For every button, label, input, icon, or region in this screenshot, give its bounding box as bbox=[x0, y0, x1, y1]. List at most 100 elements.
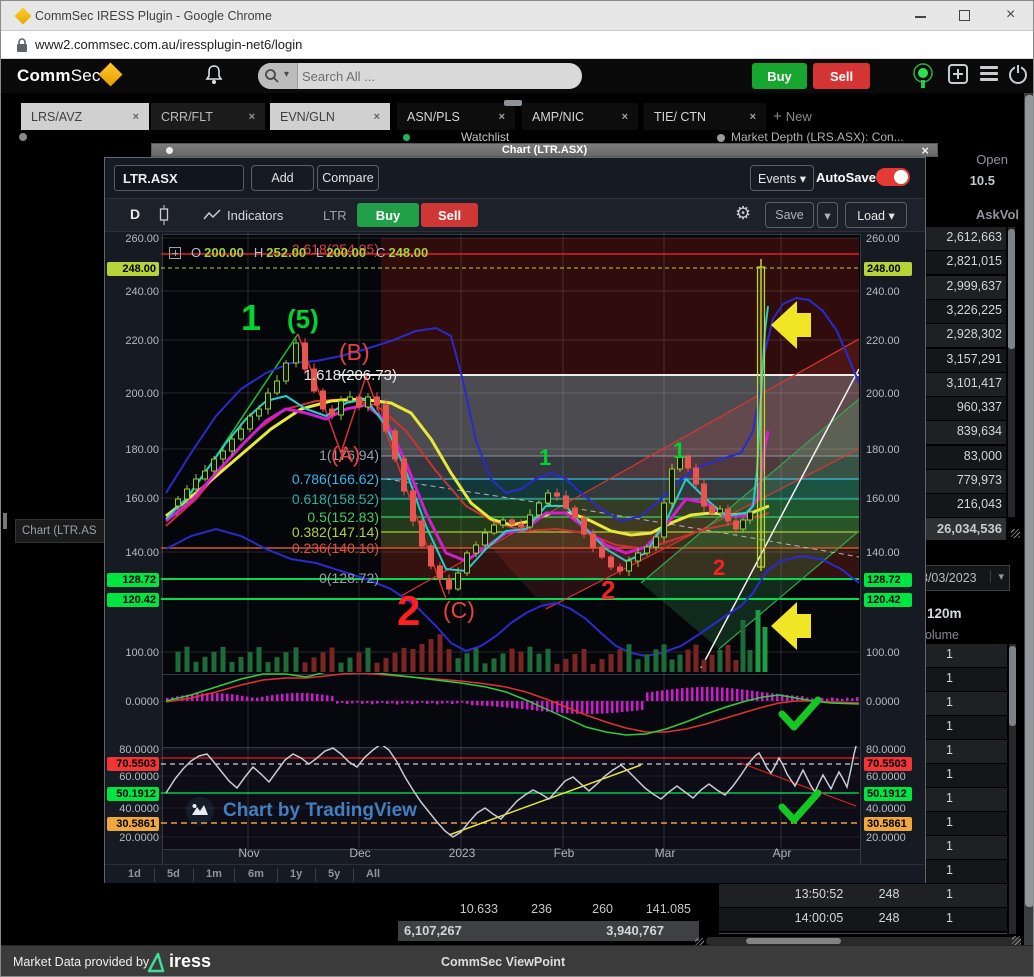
buy-button[interactable]: Buy bbox=[752, 63, 807, 89]
price-tick: 60.0000 bbox=[866, 770, 918, 784]
compare-button[interactable]: Compare bbox=[317, 165, 379, 191]
tab-close-icon[interactable]: × bbox=[750, 111, 756, 123]
stat-value: 260 bbox=[572, 902, 613, 916]
trades-scrollbar[interactable] bbox=[1009, 644, 1016, 934]
workspace-tabbar: LRS/AVZ× CRR/FLT× EVN/GLN× ASN/PLS× AMP/… bbox=[1, 93, 1034, 131]
new-tab-button[interactable]: +New bbox=[773, 103, 812, 130]
chart-window-title: Chart (LTR.ASX) bbox=[152, 144, 937, 156]
tab-evn-gln[interactable]: EVN/GLN× bbox=[270, 103, 390, 130]
range-1m[interactable]: 1m bbox=[206, 868, 222, 880]
range-6m[interactable]: 6m bbox=[248, 868, 264, 880]
tab-close-icon[interactable]: × bbox=[249, 111, 255, 123]
date-dropdown[interactable]: 3/03/2023 ▾ bbox=[913, 565, 1010, 591]
trade-row[interactable]: 13:50:522481 bbox=[719, 884, 1007, 907]
chart-plot-area[interactable] bbox=[162, 234, 860, 674]
askvol-scrollbar[interactable] bbox=[1008, 227, 1015, 517]
price-tick: 50.1912 bbox=[107, 787, 159, 801]
power-icon[interactable] bbox=[1007, 63, 1029, 85]
watchlist-dot-icon bbox=[403, 134, 410, 141]
range-5y[interactable]: 5y bbox=[328, 868, 340, 880]
time-tick: Apr bbox=[756, 846, 808, 860]
price-tick: 60.0000 bbox=[107, 770, 159, 784]
tab-close-icon[interactable]: × bbox=[622, 111, 628, 123]
search-icon bbox=[264, 68, 280, 84]
indicators-button[interactable]: Indicators bbox=[227, 208, 283, 223]
load-dropdown[interactable]: Load ▾ bbox=[845, 202, 907, 228]
price-tick: 80.0000 bbox=[866, 743, 918, 757]
price-tick: 120.42 bbox=[864, 593, 912, 607]
bell-icon[interactable] bbox=[204, 64, 224, 86]
time-tick: Nov bbox=[223, 846, 275, 860]
search-scope-button[interactable]: ▾ bbox=[258, 63, 298, 89]
market-depth-window-title[interactable]: Market Depth (LRS.ASX): Con... bbox=[731, 130, 904, 144]
tab-close-icon[interactable]: × bbox=[374, 111, 380, 123]
symbol-input[interactable] bbox=[114, 165, 244, 191]
docked-chart-item[interactable]: Chart (LTR.AS bbox=[15, 519, 109, 543]
time-tick: Mar bbox=[639, 846, 691, 860]
range-1y[interactable]: 1y bbox=[290, 868, 302, 880]
range-all[interactable]: All bbox=[366, 868, 380, 880]
price-tick: 0.0000 bbox=[107, 695, 159, 709]
interval-button[interactable]: D bbox=[130, 206, 140, 222]
save-caret-button[interactable]: ▾ bbox=[817, 202, 838, 228]
resize-grip-icon[interactable] bbox=[1012, 936, 1021, 945]
chart-window-titlebar[interactable]: Chart (LTR.ASX) × bbox=[151, 143, 938, 157]
tab-close-icon[interactable]: × bbox=[133, 111, 139, 123]
menu-hamburger-icon[interactable] bbox=[980, 66, 998, 81]
chart-sell-button[interactable]: Sell bbox=[421, 203, 478, 227]
watchlist-window-title[interactable]: Watchlist bbox=[461, 130, 509, 144]
range-5d[interactable]: 5d bbox=[167, 868, 180, 880]
stat-value: 141.085 bbox=[630, 902, 691, 916]
chart-close-icon[interactable]: × bbox=[921, 143, 929, 158]
time-tick: 2023 bbox=[436, 846, 488, 860]
screen: CommSec IRESS Plugin - Google Chrome × w… bbox=[0, 0, 1034, 977]
page-scrollbar[interactable] bbox=[1024, 93, 1034, 945]
price-tick: 180.00 bbox=[107, 443, 159, 457]
maximize-button[interactable] bbox=[948, 1, 982, 31]
save-button[interactable]: Save bbox=[765, 202, 814, 228]
trade-row[interactable]: 14:00:052481 bbox=[719, 908, 1007, 931]
tab-amp-nic[interactable]: AMP/NIC× bbox=[522, 103, 638, 130]
autosave-toggle[interactable] bbox=[876, 168, 910, 186]
search-input[interactable] bbox=[302, 63, 578, 89]
url-bar[interactable]: www2.commsec.com.au/iressplugin-net6/log… bbox=[1, 31, 1034, 59]
range-1d[interactable]: 1d bbox=[128, 868, 141, 880]
viewpoint-text: CommSec ViewPoint bbox=[441, 955, 565, 969]
askvol-header: AskVol bbox=[941, 207, 1019, 222]
gear-icon[interactable]: ⚙ bbox=[735, 203, 751, 224]
dock-grip-icon[interactable] bbox=[3, 513, 7, 529]
range-selector: 1d 5d 1m 6m 1y 5y All bbox=[105, 864, 925, 883]
price-tick: 30.5861 bbox=[864, 817, 912, 831]
tab-lrs-avz[interactable]: LRS/AVZ× bbox=[21, 103, 149, 130]
add-widget-icon[interactable] bbox=[948, 64, 968, 84]
stat-value: 236 bbox=[512, 902, 552, 916]
totals-row: 6,107,267 3,940,767 bbox=[398, 921, 699, 941]
price-tick: 260.00 bbox=[107, 232, 159, 246]
price-tick: 240.00 bbox=[107, 285, 159, 299]
sell-button[interactable]: Sell bbox=[813, 63, 870, 89]
indicators-icon[interactable] bbox=[203, 209, 221, 221]
macd-pane[interactable] bbox=[162, 674, 860, 747]
candle-style-icon[interactable] bbox=[157, 205, 171, 225]
search-caret-icon: ▾ bbox=[284, 69, 289, 80]
caret-down-icon: ▾ bbox=[990, 570, 1004, 583]
browser-titlebar: CommSec IRESS Plugin - Google Chrome × bbox=[1, 1, 1034, 31]
tab-asn-pls[interactable]: ASN/PLS× bbox=[397, 103, 515, 130]
price-tick: 128.72 bbox=[864, 573, 912, 587]
resize-grip-icon[interactable] bbox=[1011, 529, 1020, 538]
tab-tie-ctn[interactable]: TIE/ CTN× bbox=[644, 103, 766, 130]
price-tick: 0.0000 bbox=[866, 695, 918, 709]
tab-close-icon[interactable]: × bbox=[499, 111, 505, 123]
tab-crr-flt[interactable]: CRR/FLT× bbox=[151, 103, 265, 130]
events-dropdown[interactable]: Events ▾ bbox=[750, 165, 814, 191]
close-button[interactable]: × bbox=[996, 1, 1030, 31]
splitter-grip[interactable] bbox=[504, 100, 522, 106]
add-button[interactable]: Add bbox=[251, 165, 314, 191]
minimize-button[interactable] bbox=[904, 1, 938, 31]
alert-beacon-icon[interactable] bbox=[911, 63, 935, 90]
autosave-label: AutoSave bbox=[816, 170, 876, 185]
tradingview-watermark[interactable]: Chart by TradingView bbox=[185, 796, 417, 826]
interval-label: 120m bbox=[927, 606, 962, 621]
trades-hscrollbar[interactable] bbox=[706, 937, 1021, 945]
chart-buy-button[interactable]: Buy bbox=[357, 203, 419, 227]
